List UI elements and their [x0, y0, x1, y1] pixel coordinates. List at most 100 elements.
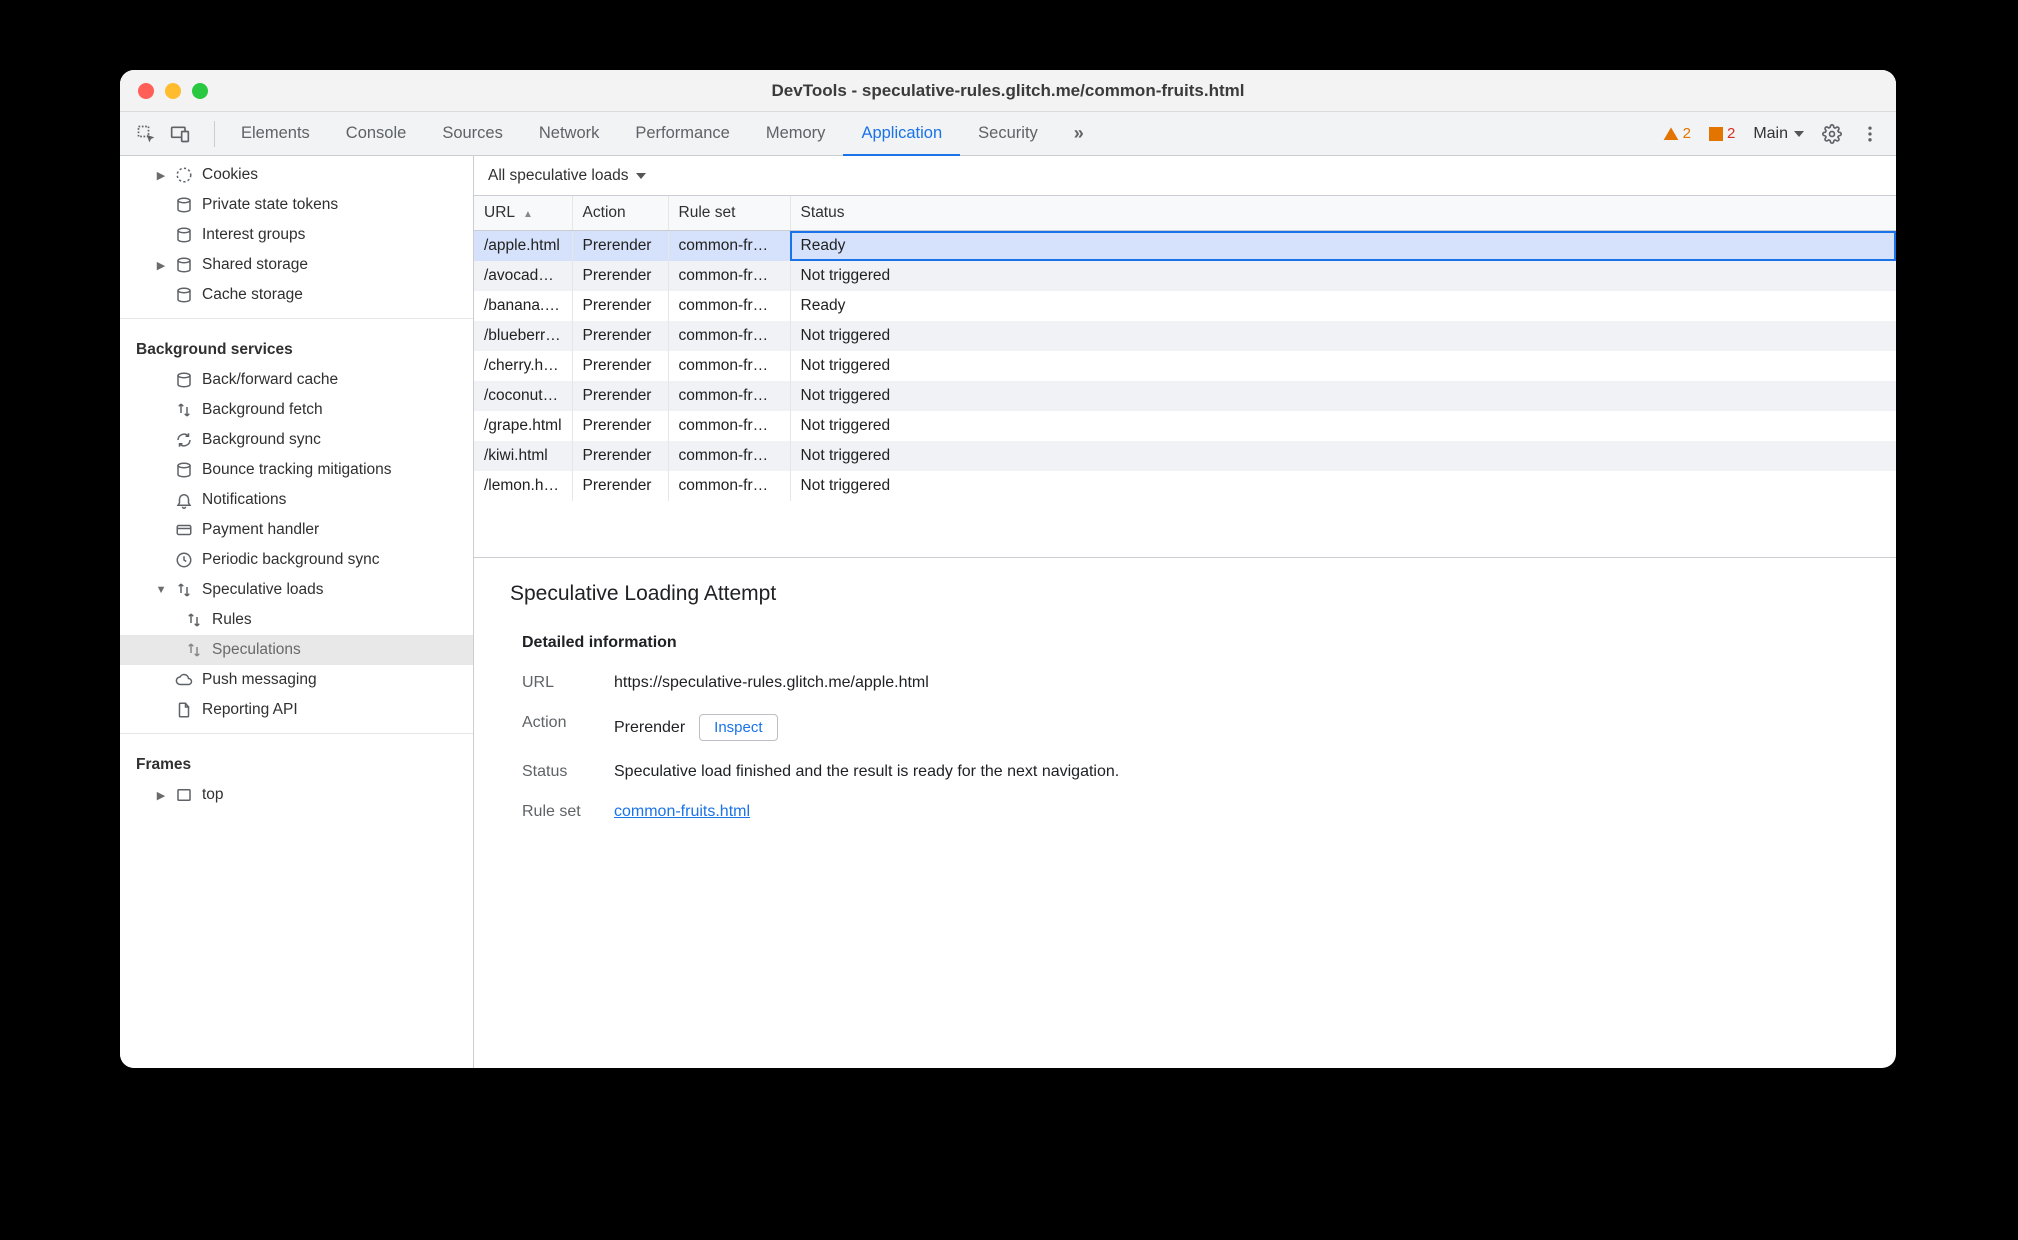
- database-icon: [174, 255, 194, 275]
- detail-status: Speculative load finished and the result…: [614, 763, 1119, 781]
- cell-url: /coconut…: [474, 381, 572, 411]
- bell-icon: [174, 490, 194, 510]
- cell-status: Ready: [790, 291, 1896, 321]
- inspect-button[interactable]: Inspect: [699, 714, 777, 741]
- minimize-icon[interactable]: [165, 83, 181, 99]
- sidebar-item-private-tokens[interactable]: Private state tokens: [120, 190, 473, 220]
- sidebar-item-interest-groups[interactable]: Interest groups: [120, 220, 473, 250]
- sidebar-item-bfcache[interactable]: Back/forward cache: [120, 365, 473, 395]
- table-header-row: URL▲ Action Rule set Status: [474, 196, 1896, 231]
- sidebar-item-frame-top[interactable]: ▶ top: [120, 780, 473, 810]
- device-toolbar-icon[interactable]: [170, 124, 190, 144]
- details-pane: Speculative Loading Attempt Detailed inf…: [474, 558, 1896, 1068]
- sidebar-item-payment[interactable]: Payment handler: [120, 515, 473, 545]
- chevron-down-icon: [1794, 131, 1804, 137]
- table-row[interactable]: /apple.htmlPrerendercommon-fr…Ready: [474, 231, 1896, 262]
- cell-url: /blueberr…: [474, 321, 572, 351]
- warnings-count[interactable]: 2: [1663, 125, 1691, 142]
- tab-console[interactable]: Console: [328, 112, 425, 155]
- application-sidebar: ▶ Cookies Private state tokens Interest …: [120, 156, 474, 1068]
- tab-memory[interactable]: Memory: [748, 112, 844, 155]
- sidebar-item-rules[interactable]: Rules: [120, 605, 473, 635]
- toolbar-divider: [214, 121, 215, 147]
- table-row[interactable]: /banana.…Prerendercommon-fr…Ready: [474, 291, 1896, 321]
- devtools-window: DevTools - speculative-rules.glitch.me/c…: [120, 70, 1896, 1068]
- table-row[interactable]: /avocad…Prerendercommon-fr…Not triggered: [474, 261, 1896, 291]
- zoom-icon[interactable]: [192, 83, 208, 99]
- chevron-down-icon: [636, 173, 646, 179]
- label-status: Status: [522, 763, 590, 781]
- table-row[interactable]: /grape.htmlPrerendercommon-fr…Not trigge…: [474, 411, 1896, 441]
- table-row[interactable]: /cherry.h…Prerendercommon-fr…Not trigger…: [474, 351, 1896, 381]
- cell-url: /kiwi.html: [474, 441, 572, 471]
- settings-icon[interactable]: [1822, 124, 1842, 144]
- sidebar-item-notifications[interactable]: Notifications: [120, 485, 473, 515]
- sidebar-item-push[interactable]: Push messaging: [120, 665, 473, 695]
- sidebar-item-bounce[interactable]: Bounce tracking mitigations: [120, 455, 473, 485]
- cookie-icon: [174, 165, 194, 185]
- label-url: URL: [522, 674, 590, 692]
- transfer-icon: [184, 610, 204, 630]
- tab-performance[interactable]: Performance: [617, 112, 747, 155]
- cell-action: Prerender: [572, 351, 668, 381]
- cell-action: Prerender: [572, 411, 668, 441]
- transfer-icon: [174, 580, 194, 600]
- col-url[interactable]: URL▲: [474, 196, 572, 231]
- table-row[interactable]: /lemon.h…Prerendercommon-fr…Not triggere…: [474, 471, 1896, 501]
- cell-url: /banana.…: [474, 291, 572, 321]
- document-icon: [174, 700, 194, 720]
- detail-ruleset-link[interactable]: common-fruits.html: [614, 803, 750, 821]
- issue-icon: [1709, 127, 1723, 141]
- tab-security[interactable]: Security: [960, 112, 1056, 155]
- cell-status: Not triggered: [790, 261, 1896, 291]
- sidebar-item-cookies[interactable]: ▶ Cookies: [120, 160, 473, 190]
- sidebar-heading-frames: Frames: [120, 742, 473, 780]
- tab-sources[interactable]: Sources: [424, 112, 521, 155]
- tab-overflow[interactable]: »: [1056, 112, 1100, 155]
- cell-action: Prerender: [572, 231, 668, 262]
- cell-status: Ready: [790, 231, 1896, 262]
- cell-ruleset: common-fr…: [668, 321, 790, 351]
- sidebar-item-bg-sync[interactable]: Background sync: [120, 425, 473, 455]
- filter-dropdown[interactable]: All speculative loads: [474, 156, 1896, 196]
- tab-network[interactable]: Network: [521, 112, 618, 155]
- sidebar-item-cache-storage[interactable]: Cache storage: [120, 280, 473, 310]
- cell-ruleset: common-fr…: [668, 231, 790, 262]
- cloud-icon: [174, 670, 194, 690]
- transfer-icon: [184, 640, 204, 660]
- table-row[interactable]: /kiwi.htmlPrerendercommon-fr…Not trigger…: [474, 441, 1896, 471]
- window-title: DevTools - speculative-rules.glitch.me/c…: [120, 81, 1896, 101]
- sync-icon: [174, 430, 194, 450]
- details-heading: Speculative Loading Attempt: [510, 582, 1860, 606]
- more-icon[interactable]: [1860, 124, 1880, 144]
- inspect-element-icon[interactable]: [136, 124, 156, 144]
- sidebar-heading-background: Background services: [120, 327, 473, 365]
- col-ruleset[interactable]: Rule set: [668, 196, 790, 231]
- database-icon: [174, 195, 194, 215]
- sidebar-item-bg-fetch[interactable]: Background fetch: [120, 395, 473, 425]
- cell-action: Prerender: [572, 321, 668, 351]
- sidebar-item-speculations[interactable]: Speculations: [120, 635, 473, 665]
- cell-action: Prerender: [572, 381, 668, 411]
- database-icon: [174, 370, 194, 390]
- frame-selector[interactable]: Main: [1753, 125, 1804, 143]
- table-row[interactable]: /blueberr…Prerendercommon-fr…Not trigger…: [474, 321, 1896, 351]
- tab-application[interactable]: Application: [843, 112, 960, 155]
- cell-ruleset: common-fr…: [668, 261, 790, 291]
- col-action[interactable]: Action: [572, 196, 668, 231]
- sidebar-item-speculative-loads[interactable]: ▼ Speculative loads: [120, 575, 473, 605]
- sidebar-item-reporting-api[interactable]: Reporting API: [120, 695, 473, 725]
- cell-url: /avocad…: [474, 261, 572, 291]
- credit-card-icon: [174, 520, 194, 540]
- issues-count[interactable]: 2: [1709, 125, 1735, 142]
- close-icon[interactable]: [138, 83, 154, 99]
- cell-action: Prerender: [572, 261, 668, 291]
- col-status[interactable]: Status: [790, 196, 1896, 231]
- detail-url: https://speculative-rules.glitch.me/appl…: [614, 674, 929, 692]
- table-row[interactable]: /coconut…Prerendercommon-fr…Not triggere…: [474, 381, 1896, 411]
- sidebar-item-shared-storage[interactable]: ▶ Shared storage: [120, 250, 473, 280]
- sidebar-item-periodic-sync[interactable]: Periodic background sync: [120, 545, 473, 575]
- tab-elements[interactable]: Elements: [223, 112, 328, 155]
- database-icon: [174, 460, 194, 480]
- cell-status: Not triggered: [790, 321, 1896, 351]
